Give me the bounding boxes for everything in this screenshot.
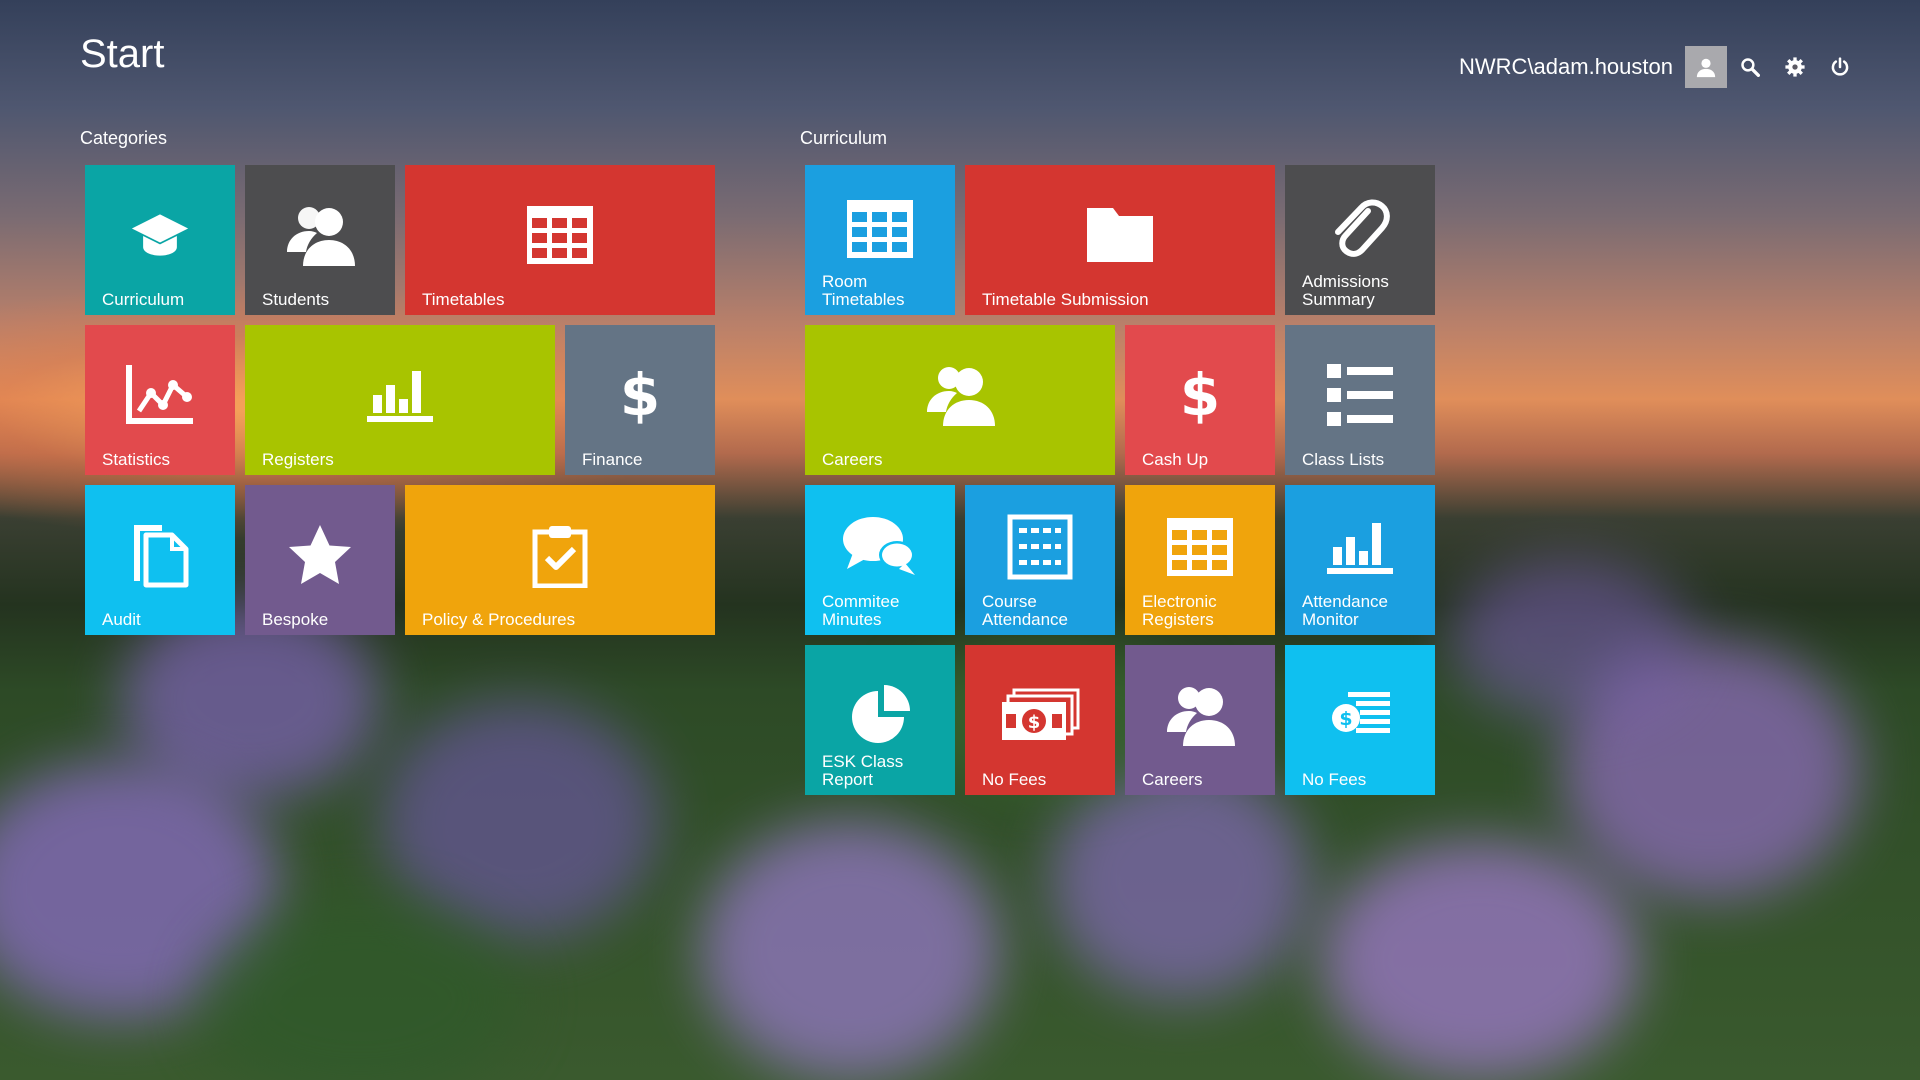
gear-icon[interactable]: [1772, 46, 1817, 88]
tile-label: Commitee Minutes: [822, 592, 900, 629]
invoice-icon: $: [1285, 669, 1435, 761]
chat-bubbles-icon: [805, 501, 955, 593]
tile-statistics[interactable]: Statistics: [85, 325, 235, 475]
tile-label: Electronic Registers: [1142, 592, 1217, 629]
tile-label: Timetable Submission: [982, 290, 1149, 309]
tile-label: Class Lists: [1302, 450, 1385, 469]
users-icon: [805, 349, 1115, 441]
tile-registers[interactable]: Registers: [245, 325, 555, 475]
tile-label: Policy & Procedures: [422, 610, 576, 629]
tile-esk-class-report[interactable]: ESK Class Report: [805, 645, 955, 795]
line-chart-icon: [85, 349, 235, 441]
tile-audit[interactable]: Audit: [85, 485, 235, 635]
tile-finance[interactable]: $ Finance: [565, 325, 715, 475]
tile-course-attendance[interactable]: Course Attendance: [965, 485, 1115, 635]
tile-timetable-submission[interactable]: Timetable Submission: [965, 165, 1275, 315]
tile-label: Cash Up: [1142, 450, 1209, 469]
grid-icon: [805, 183, 955, 275]
tile-label: Course Attendance: [982, 592, 1069, 629]
tile-electronic-registers[interactable]: Electronic Registers: [1125, 485, 1275, 635]
tile-timetables[interactable]: Timetables: [405, 165, 715, 315]
search-icon[interactable]: [1727, 46, 1772, 88]
tile-label: ESK Class Report: [822, 752, 904, 789]
star-icon: [245, 509, 395, 601]
tile-students[interactable]: Students: [245, 165, 395, 315]
money-icon: $: [965, 669, 1115, 761]
tile-label: Admissions Summary: [1302, 272, 1389, 309]
tile-label: Audit: [102, 610, 141, 629]
tile-label: Room Timetables: [822, 272, 905, 309]
tile-policy-procedures[interactable]: Policy & Procedures: [405, 485, 715, 635]
paperclip-icon: [1285, 183, 1435, 275]
tile-label: Careers: [822, 450, 883, 469]
bar-chart-icon: [1285, 501, 1435, 593]
tile-label: Statistics: [102, 450, 171, 469]
user-icon[interactable]: [1685, 46, 1727, 88]
bar-chart-icon: [245, 349, 555, 441]
grid-icon: [405, 189, 715, 281]
tile-curriculum[interactable]: Curriculum: [85, 165, 235, 315]
tile-cash-up[interactable]: $ Cash Up: [1125, 325, 1275, 475]
tile-label: Bespoke: [262, 610, 329, 629]
tile-label: Students: [262, 290, 330, 309]
tile-label: Registers: [262, 450, 334, 469]
power-icon[interactable]: [1817, 46, 1862, 88]
username-label[interactable]: NWRC\adam.houston: [1459, 54, 1673, 80]
section-label-categories: Categories: [80, 128, 168, 148]
list-icon: [1285, 349, 1435, 441]
folder-icon: [965, 189, 1275, 281]
tile-class-lists[interactable]: Class Lists: [1285, 325, 1435, 475]
clipboard-check-icon: [405, 509, 715, 601]
dollar-icon: $: [619, 361, 661, 429]
tile-bespoke[interactable]: Bespoke: [245, 485, 395, 635]
tile-label: Curriculum: [102, 290, 185, 309]
tile-careers-wide[interactable]: Careers: [805, 325, 1115, 475]
tile-label: No Fees: [982, 770, 1047, 789]
page-title: Start: [80, 32, 165, 76]
pie-chart-icon: [805, 669, 955, 761]
user-toolbar: NWRC\adam.houston: [1459, 46, 1862, 88]
tile-committee-minutes[interactable]: Commitee Minutes: [805, 485, 955, 635]
tile-label: Timetables: [422, 290, 505, 309]
section-label-curriculum: Curriculum: [800, 128, 888, 148]
grid-icon: [1125, 501, 1275, 593]
svg-text:$: $: [1028, 712, 1041, 733]
dollar-icon: $: [1179, 361, 1221, 429]
tile-no-fees-invoice[interactable]: $ No Fees: [1285, 645, 1435, 795]
graduation-cap-icon: [85, 189, 235, 281]
users-icon: [245, 189, 395, 281]
tile-label: No Fees: [1302, 770, 1367, 789]
tile-careers-small[interactable]: Careers: [1125, 645, 1275, 795]
documents-icon: [85, 509, 235, 601]
tile-label: Careers: [1142, 770, 1203, 789]
users-icon: [1125, 669, 1275, 761]
tile-room-timetables[interactable]: Room Timetables: [805, 165, 955, 315]
tile-admissions-summary[interactable]: Admissions Summary: [1285, 165, 1435, 315]
svg-text:$: $: [1339, 708, 1352, 730]
tile-label: Finance: [582, 450, 643, 469]
tile-label: Attendance Monitor: [1302, 592, 1389, 629]
tile-no-fees-money[interactable]: $ No Fees: [965, 645, 1115, 795]
calendar-icon: [965, 501, 1115, 593]
tile-attendance-monitor[interactable]: Attendance Monitor: [1285, 485, 1435, 635]
